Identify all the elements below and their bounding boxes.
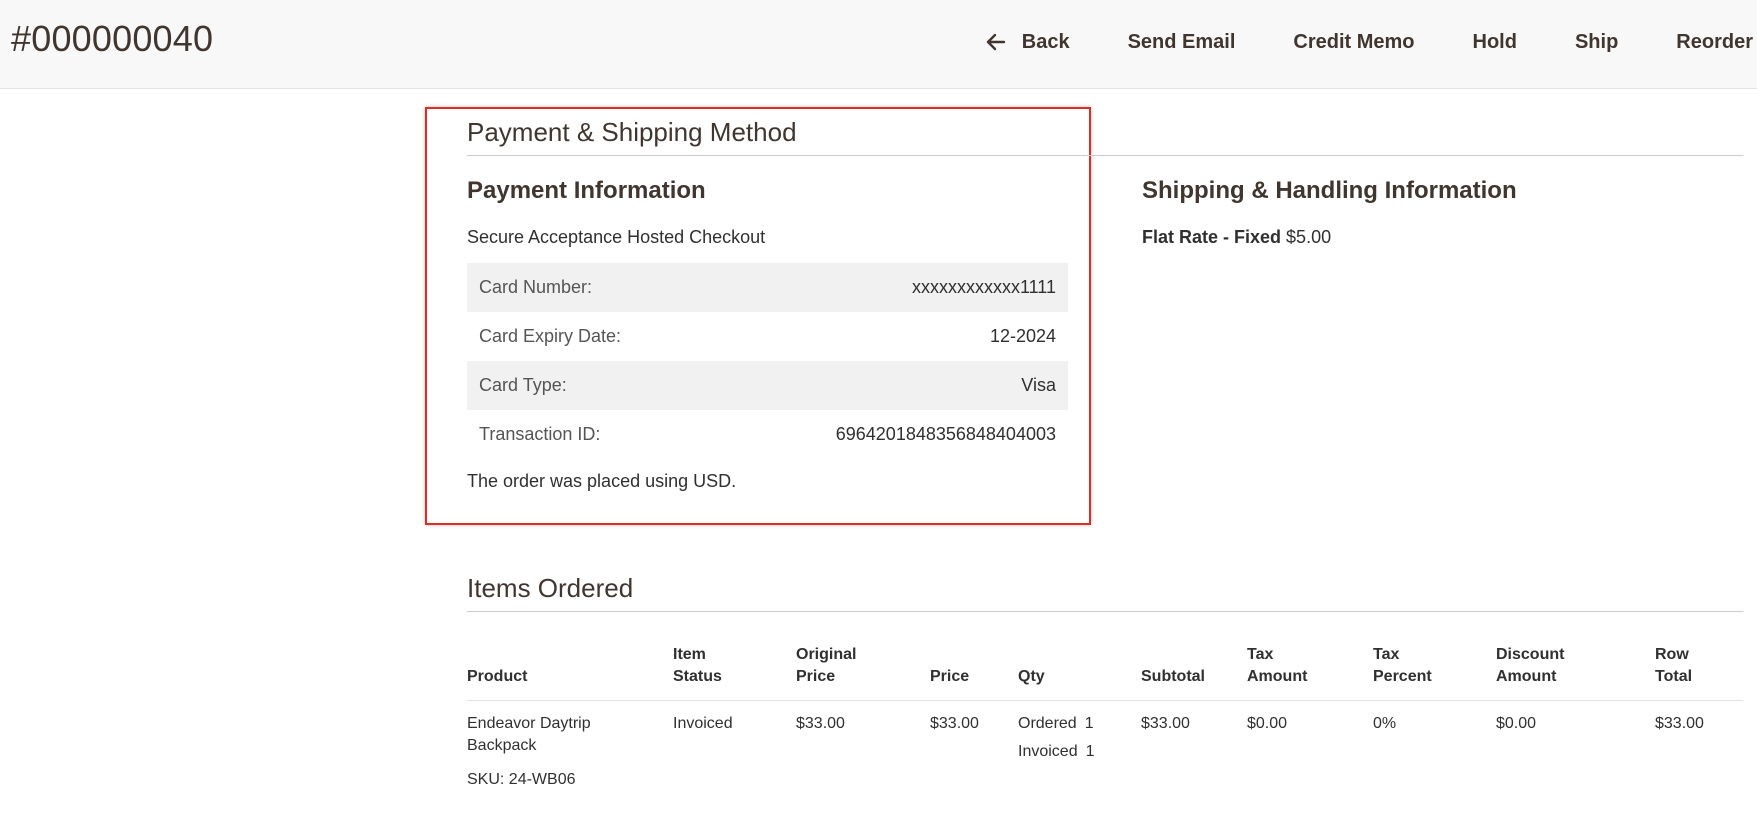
column-header-tax-percent: Tax Percent (1373, 644, 1496, 701)
order-number-title: #000000040 (11, 18, 214, 59)
payment-row-label: Card Number: (467, 263, 711, 312)
row-total-cell: $33.00 (1655, 715, 1704, 732)
back-button-label: Back (1021, 30, 1070, 53)
ship-button[interactable]: Ship (1575, 31, 1618, 54)
hold-button[interactable]: Hold (1473, 31, 1517, 54)
shipping-method-info: Flat Rate - Fixed $5.00 (1142, 227, 1331, 248)
payment-row-label: Transaction ID: (479, 424, 601, 444)
column-header-qty: Qty (1018, 644, 1141, 701)
column-header-item-status: Item Status (673, 644, 796, 701)
qty-invoiced: Invoiced 1 (1018, 743, 1095, 760)
product-sku: SKU: 24-WB06 (467, 771, 576, 788)
reorder-button[interactable]: Reorder (1676, 31, 1753, 54)
back-button[interactable]: Back (986, 31, 1070, 54)
page-header: #000000040 Back Send Email Credit Memo H… (0, 0, 1757, 89)
subtotal-cell: $33.00 (1141, 715, 1190, 732)
column-header-tax-amount: Tax Amount (1247, 644, 1373, 701)
payment-shipping-section-title: Payment & Shipping Method (467, 117, 797, 147)
payment-information-title: Payment Information (467, 177, 706, 204)
section-divider (467, 611, 1743, 612)
shipping-method-name: Flat Rate - Fixed (1142, 227, 1282, 247)
tax-percent-cell: 0% (1373, 715, 1397, 732)
column-header-product: Product (467, 644, 673, 701)
payment-row-card-number: Card Number: xxxxxxxxxxxx1111 (467, 263, 1068, 312)
product-name: Endeavor Daytrip Backpack (467, 715, 591, 754)
send-email-button[interactable]: Send Email (1128, 31, 1236, 54)
discount-amount-cell: $0.00 (1496, 715, 1537, 732)
column-header-price: Price (930, 644, 1018, 701)
payment-method-name: Secure Acceptance Hosted Checkout (467, 227, 766, 247)
table-header-row: Product Item Status Original Price Price Q… (467, 644, 1743, 701)
section-divider (467, 155, 1743, 156)
payment-row-label: Card Type: (467, 361, 711, 410)
payment-row-value: 12-2024 (989, 326, 1056, 346)
payment-row-value: xxxxxxxxxxxx1111 (710, 263, 1068, 312)
shipping-price: $5.00 (1286, 227, 1332, 247)
currency-note: The order was placed using USD. (467, 471, 737, 491)
tax-amount-cell: $0.00 (1247, 715, 1288, 732)
price-cell: $33.00 (930, 715, 979, 732)
product-cell: Endeavor Daytrip Backpack SKU: 24-WB06 (467, 701, 673, 792)
column-header-subtotal: Subtotal (1141, 644, 1247, 701)
column-header-row-total: Row Total (1655, 644, 1743, 701)
qty-cell: Ordered 1 Invoiced 1 (1018, 701, 1141, 792)
payment-row-value: Visa (710, 361, 1068, 410)
item-status-cell: Invoiced (673, 715, 733, 732)
items-ordered-title: Items Ordered (467, 573, 634, 603)
items-ordered-table: Product Item Status Original Price Price Q… (467, 644, 1743, 791)
credit-memo-button[interactable]: Credit Memo (1293, 31, 1414, 54)
arrow-left-icon (986, 33, 1008, 51)
shipping-handling-title: Shipping & Handling Information (1142, 177, 1517, 204)
original-price-cell: $33.00 (796, 715, 845, 732)
column-header-discount-amount: Discount Amount (1496, 644, 1655, 701)
payment-details-table: Card Number: xxxxxxxxxxxx1111 Card Expir… (467, 263, 1068, 459)
payment-row-value: 6964201848356848404003 (835, 424, 1056, 444)
payment-row-label: Card Expiry Date: (479, 326, 622, 346)
column-header-original-price: Original Price (796, 644, 930, 701)
table-row: Endeavor Daytrip Backpack SKU: 24-WB06 I… (467, 701, 1743, 792)
payment-row-card-expiry: Card Expiry Date: 12-2024 (467, 312, 1068, 361)
payment-row-transaction-id: Transaction ID: 6964201848356848404003 (467, 410, 1068, 459)
qty-ordered: Ordered 1 (1018, 715, 1094, 732)
payment-row-card-type: Card Type: Visa (467, 361, 1068, 410)
page-actions: Back Send Email Credit Memo Hold Ship Re… (928, 0, 1757, 84)
